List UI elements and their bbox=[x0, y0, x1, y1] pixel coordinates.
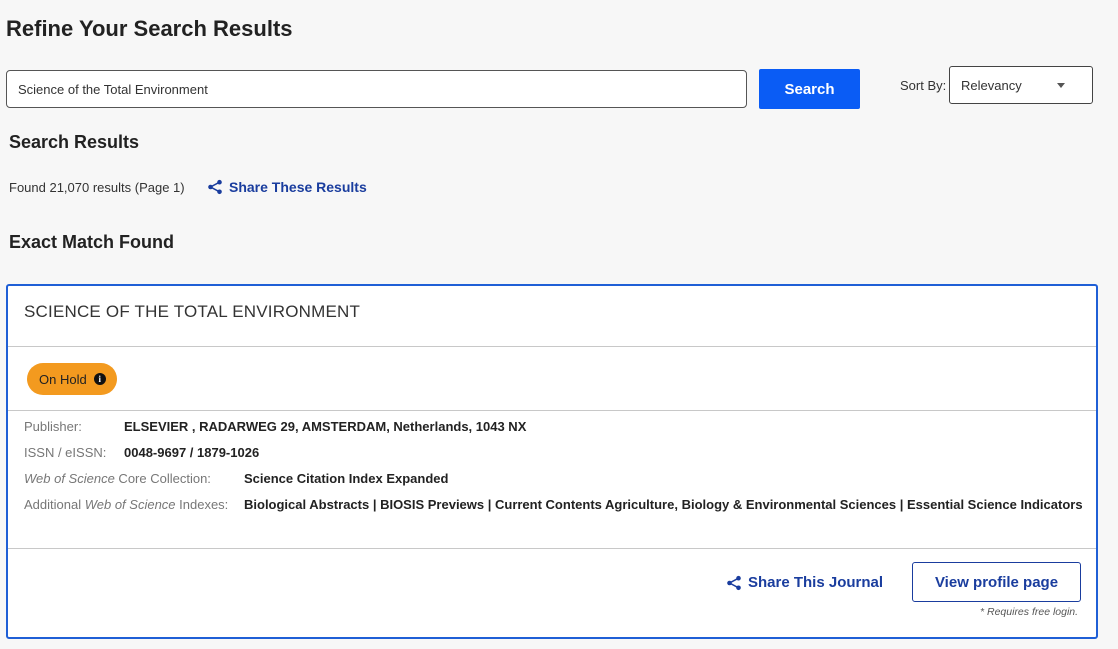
results-heading: Search Results bbox=[9, 132, 140, 152]
journal-title: SCIENCE OF THE TOTAL ENVIRONMENT bbox=[24, 302, 361, 321]
share-icon bbox=[727, 575, 741, 590]
view-profile-button[interactable]: View profile page bbox=[912, 562, 1081, 602]
wos-collection-value: Science Citation Index Expanded bbox=[244, 471, 449, 486]
sort-select[interactable]: Relevancy bbox=[949, 66, 1093, 104]
chevron-down-icon bbox=[1057, 82, 1065, 88]
publisher-value: ELSEVIER , RADARWEG 29, AMSTERDAM, Nethe… bbox=[124, 419, 527, 434]
page-title: Refine Your Search Results bbox=[6, 16, 293, 41]
issn-label: ISSN / eISSN: bbox=[24, 445, 107, 460]
share-results-link[interactable]: Share These Results bbox=[207, 179, 367, 195]
results-count: Found 21,070 results (Page 1) bbox=[9, 180, 185, 195]
addl-label-rest: Indexes: bbox=[175, 497, 229, 512]
login-note: * Requires free login. bbox=[980, 606, 1079, 618]
publisher-label: Publisher: bbox=[24, 419, 82, 434]
sort-label: Sort By: bbox=[900, 78, 947, 93]
wos-collection-label: Web of Science Core Collection: bbox=[24, 471, 211, 486]
addl-label-prefix: Additional bbox=[24, 497, 85, 512]
additional-indexes-label: Additional Web of Science Indexes: bbox=[24, 497, 228, 512]
card-divider bbox=[8, 346, 1096, 347]
card-divider bbox=[8, 410, 1096, 411]
share-icon bbox=[208, 179, 222, 195]
status-badge[interactable]: On Hold i bbox=[27, 363, 117, 395]
addl-label-italic: Web of Science bbox=[84, 497, 176, 512]
info-icon: i bbox=[93, 373, 106, 385]
search-button[interactable]: Search bbox=[759, 69, 860, 109]
additional-indexes-value: Biological Abstracts | BIOSIS Previews |… bbox=[244, 497, 1083, 512]
share-journal-link[interactable]: Share This Journal bbox=[726, 574, 883, 591]
wos-label-rest: Core Collection: bbox=[114, 471, 211, 486]
share-journal-label: Share This Journal bbox=[748, 574, 884, 591]
card-divider bbox=[8, 548, 1096, 549]
issn-value: 0048-9697 / 1879-1026 bbox=[124, 445, 260, 460]
search-input[interactable] bbox=[6, 70, 747, 108]
exact-match-heading: Exact Match Found bbox=[9, 232, 175, 252]
wos-label-italic: Web of Science bbox=[24, 471, 115, 486]
journal-card: SCIENCE OF THE TOTAL ENVIRONMENT On Hold… bbox=[6, 284, 1098, 639]
status-badge-label: On Hold bbox=[39, 371, 87, 387]
sort-value: Relevancy bbox=[961, 77, 1022, 93]
share-results-label: Share These Results bbox=[229, 179, 367, 195]
